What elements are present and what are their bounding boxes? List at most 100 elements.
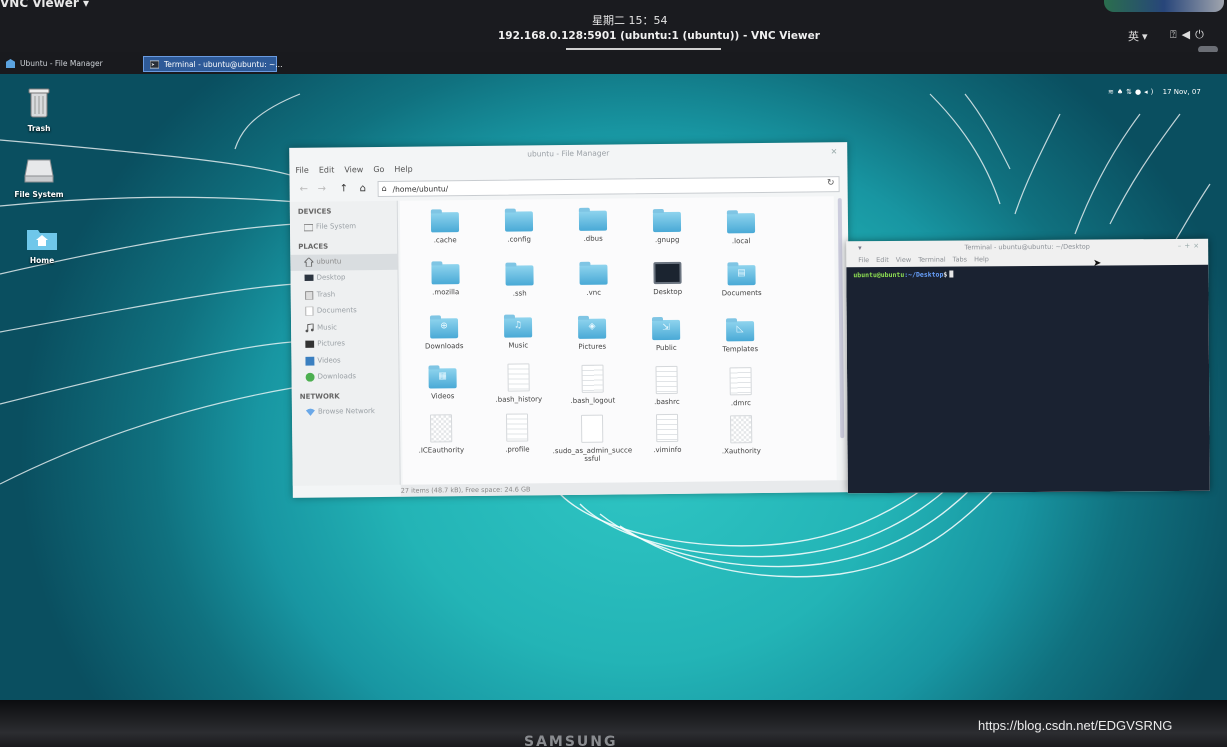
sidebar-item-label: Music [317,322,338,332]
location-path: /home/ubuntu/ [392,184,449,194]
menu-help[interactable]: Help [974,255,989,263]
forward-arrow-icon[interactable]: → [318,184,327,195]
volume-icon: ◂) [1144,88,1157,96]
terminal-title[interactable]: Terminal - ubuntu@ubuntu: ~/Desktop [846,239,1208,256]
file-grid-scrollbar[interactable] [837,198,845,439]
menu-file[interactable]: File [295,166,308,175]
file-item-bash-logout[interactable]: .bash_logout [553,364,631,405]
reload-icon[interactable]: ↻ [827,178,835,188]
file-item-dbus[interactable]: .dbus [554,210,632,243]
home-icon[interactable]: ⌂ [360,183,366,194]
file-item-templates[interactable]: ◺ Templates [701,321,779,354]
sidebar-item-label: Pictures [317,339,346,348]
task-label: Terminal - ubuntu@ubuntu: ~... [164,60,283,69]
sidebar-item-ubuntu[interactable]: ubuntu [290,253,398,271]
power-icon: ⏻ [1195,28,1209,41]
file-manager-menubar: File Edit View Go Help [295,165,422,175]
file-item-pictures[interactable]: ◈ Pictures [553,318,631,351]
file-item-bash-history[interactable]: .bash_history [479,363,557,404]
file-manager-sidebar: DEVICES File System PLACES ubuntu Deskto… [289,200,401,486]
terminal-output[interactable]: ubuntu@ubuntu:~/Desktop$ [846,264,1210,494]
file-item-videos[interactable]: ▦ Videos [404,368,482,401]
guest-desktop[interactable]: ≋♠⇅●◂) 17 Nov, 07 Trash File System Home… [0,74,1227,706]
file-item-vnc[interactable]: .vnc [554,264,632,297]
file-grid[interactable]: .cache .config .dbus .gnupg .local .mozi… [399,196,837,485]
sidebar-item-pictures[interactable]: Pictures [291,336,398,354]
menu-go[interactable]: Go [373,165,384,174]
vnc-viewer-menu[interactable]: VNC Viewer ▾ [0,0,89,10]
file-item-gnupg[interactable]: .gnupg [628,211,706,245]
text-file-icon [507,363,530,392]
file-item-ssh[interactable]: .ssh [480,265,558,298]
sidebar-item-file-system[interactable]: File System [290,219,397,237]
host-system-menu[interactable]: ⍰◀⏻ [1170,28,1209,42]
menu-help[interactable]: Help [394,165,412,174]
up-arrow-icon[interactable]: ↑ [340,183,349,194]
volume-icon: ◀ [1181,28,1196,41]
tray-datetime[interactable]: 17 Nov, 07 [1163,88,1201,96]
sidebar-item-music[interactable]: Music [291,319,398,337]
close-icon[interactable]: ✕ [831,147,838,156]
music-icon [305,323,314,332]
taskbar-file-manager[interactable]: Ubuntu - File Manager [0,56,130,72]
menu-tabs[interactable]: Tabs [953,255,967,263]
location-bar[interactable]: ⌂ /home/ubuntu/ ↻ [377,176,840,198]
home-icon [304,257,314,267]
file-item-label: Templates [722,345,759,354]
file-item-sudo-as-admin[interactable]: .sudo_as_admin_successful [552,414,632,463]
close-icon[interactable]: × [1193,242,1202,250]
sidebar-item-label: ubuntu [316,256,342,266]
file-manager-window[interactable]: ubuntu - File Manager ✕ File Edit View Go He… [289,142,851,498]
sidebar-item-label: File System [315,222,357,231]
file-item-label: .config [507,235,532,244]
file-item-label: Videos [431,392,455,401]
desktop-icon-home[interactable]: Home [10,226,74,265]
file-item-public[interactable]: ⇲ Public [627,319,705,353]
sidebar-item-trash[interactable]: Trash [291,286,398,304]
menu-edit[interactable]: Edit [876,256,889,264]
guest-taskbar: Ubuntu - File Manager Terminal - ubuntu@… [0,52,1227,74]
file-item-label: Documents [721,288,762,298]
terminal-window[interactable]: ▾ Terminal - ubuntu@ubuntu: ~/Desktop –+… [846,238,1210,494]
desktop-icon-file-system[interactable]: File System [7,158,71,199]
file-item-mozilla[interactable]: .mozilla [406,264,484,297]
file-item-config[interactable]: .config [480,211,558,244]
file-item-xauthority[interactable]: .Xauthority [702,415,780,456]
sidebar-item-documents[interactable]: Documents [291,303,398,321]
trash-icon [305,290,314,300]
system-tray[interactable]: ≋♠⇅●◂) 17 Nov, 07 [1108,88,1201,96]
file-item-label: .vnc [586,288,602,297]
taskbar-terminal[interactable]: Terminal - ubuntu@ubuntu: ~... [143,56,282,72]
sidebar-item-videos[interactable]: Videos [291,352,398,370]
menu-edit[interactable]: Edit [319,165,335,174]
file-item-profile[interactable]: .profile [478,413,556,454]
menu-file[interactable]: File [858,256,869,264]
sidebar-item-desktop[interactable]: Desktop [290,270,397,288]
file-item-downloads[interactable]: ⊕ Downloads [405,318,483,351]
text-file-icon [581,364,604,393]
file-item-iceauthority[interactable]: .ICEauthority [402,414,480,455]
folder-icon [652,211,682,233]
input-method-indicator[interactable]: 英 ▾ [1128,28,1148,44]
menu-terminal[interactable]: Terminal [918,256,946,264]
maximize-icon[interactable]: + [1184,242,1193,250]
file-item-viminfo[interactable]: .viminfo [628,413,706,455]
file-item-bashrc[interactable]: .bashrc [627,365,705,407]
file-item-desktop[interactable]: Desktop [628,261,706,297]
file-item-music[interactable]: ♫ Music [479,317,557,350]
window-controls[interactable]: –+× [1178,242,1202,250]
sidebar-item-browse-network[interactable]: Browse Network [292,403,399,421]
host-clock[interactable]: 星期二 15：54 [592,12,668,28]
sidebar-item-downloads[interactable]: Downloads [292,369,399,387]
file-item-local[interactable]: .local [702,213,780,246]
file-item-documents[interactable]: ▤ Documents [702,265,780,298]
sidebar-heading-devices: DEVICES [297,207,332,216]
back-arrow-icon[interactable]: ← [300,184,309,195]
menu-view[interactable]: View [896,256,911,264]
file-item-dmrc[interactable]: .dmrc [702,367,780,408]
trash-icon [28,88,50,118]
desktop-icon-trash[interactable]: Trash [7,88,71,133]
downloads-folder-icon: ⊕ [429,318,459,339]
menu-view[interactable]: View [344,165,363,174]
file-item-cache[interactable]: .cache [406,212,484,245]
